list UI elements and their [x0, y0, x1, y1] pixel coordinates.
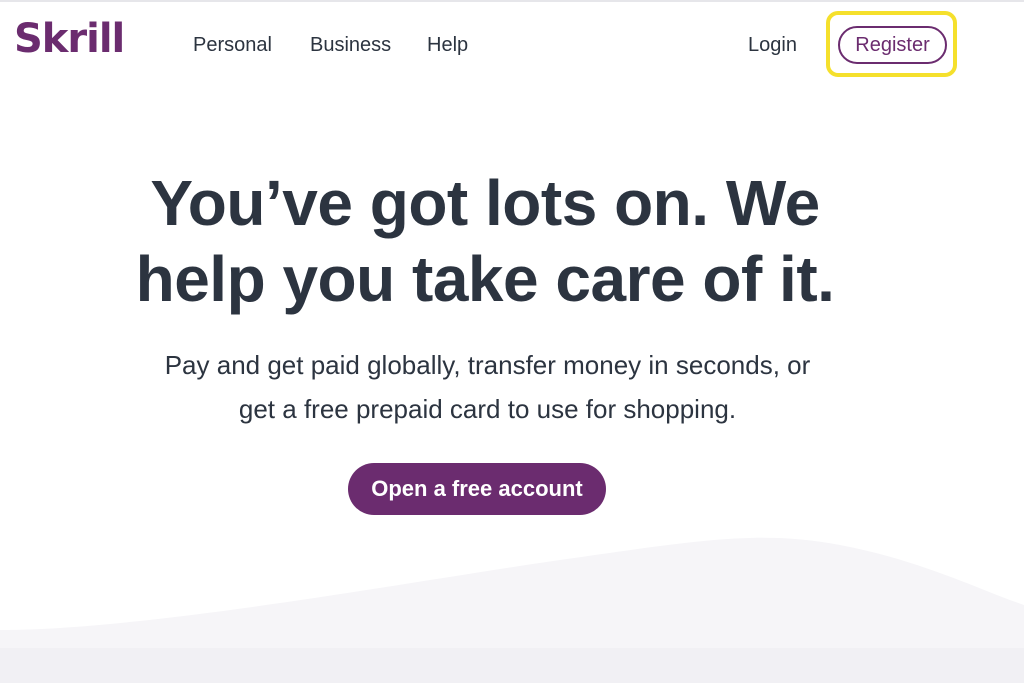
nav-business-link[interactable]: Business: [310, 33, 391, 57]
nav-personal-link[interactable]: Personal: [193, 33, 272, 57]
open-account-button[interactable]: Open a free account: [348, 463, 606, 515]
nav-help-link[interactable]: Help: [427, 33, 468, 57]
hero-subtitle: Pay and get paid globally, transfer mone…: [0, 343, 975, 431]
login-link[interactable]: Login: [748, 33, 797, 57]
hero-subtitle-line2: get a free prepaid card to use for shopp…: [238, 394, 737, 424]
skrill-logo[interactable]: Skrill: [14, 19, 125, 59]
hero-title-line1: You’ve got lots on. We: [150, 167, 820, 239]
page: Skrill Personal Business Help Login Regi…: [0, 0, 1024, 683]
decorative-wave: [0, 537, 1024, 683]
register-button[interactable]: Register: [838, 26, 947, 64]
hero-title: You’ve got lots on. We help you take car…: [0, 165, 970, 317]
hero-title-line2: help you take care of it.: [135, 243, 835, 315]
hero-subtitle-line1: Pay and get paid globally, transfer mone…: [164, 350, 811, 380]
top-divider: [0, 0, 1024, 2]
